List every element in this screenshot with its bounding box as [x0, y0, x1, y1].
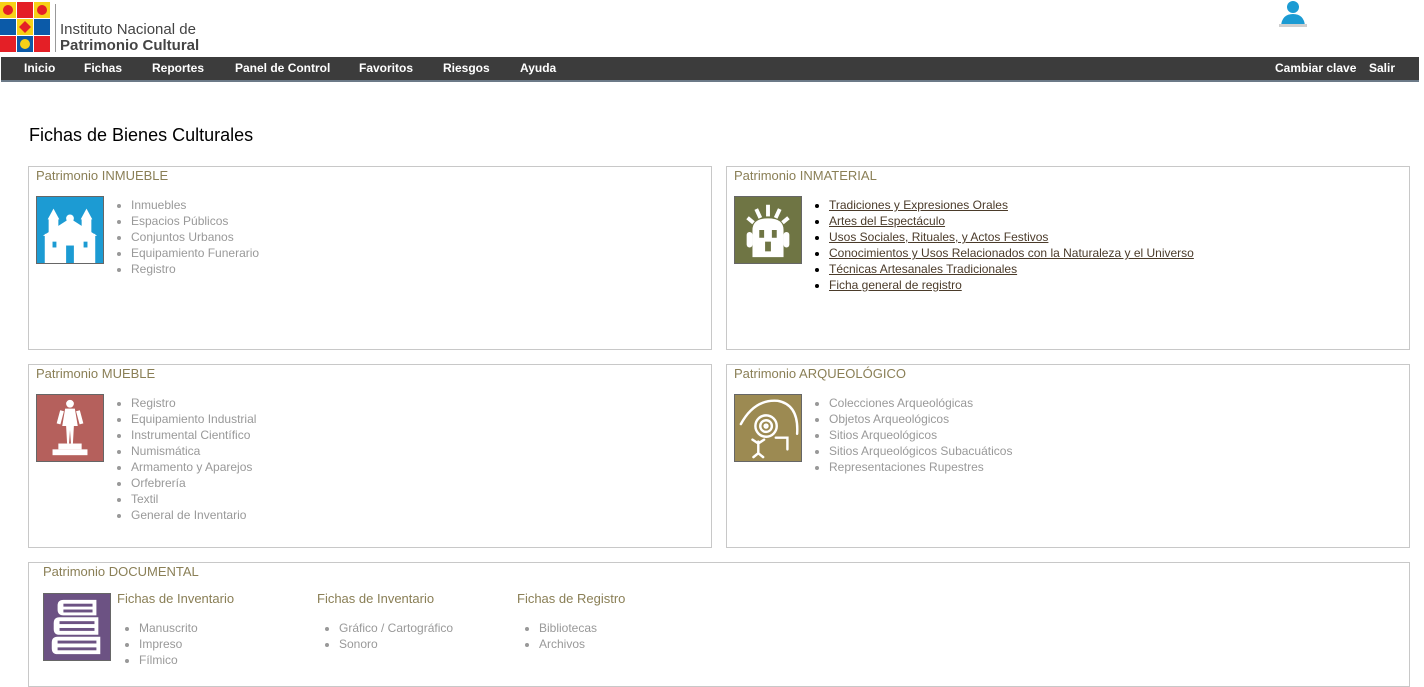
nav-salir[interactable]: Salir	[1369, 61, 1395, 75]
list-item: Técnicas Artesanales Tradicionales	[829, 261, 1194, 277]
logo-line1: Instituto Nacional de	[60, 21, 196, 38]
list-item: Ficha general de registro	[829, 277, 1194, 293]
list-item[interactable]: Impreso	[139, 636, 198, 652]
logo-text: Instituto Nacional de Patrimonio Cultura…	[60, 22, 199, 54]
list-item[interactable]: Gráfico / Cartográfico	[339, 620, 453, 636]
doc-col1-list: Manuscrito Impreso Fílmico	[125, 620, 198, 668]
statue-icon	[36, 394, 104, 462]
doc-col3-list: Bibliotecas Archivos	[525, 620, 597, 652]
nav-riesgos[interactable]: Riesgos	[443, 61, 490, 75]
list-item: Tradiciones y Expresiones Orales	[829, 197, 1194, 213]
nav-cambiar-clave[interactable]: Cambiar clave	[1275, 61, 1356, 75]
books-icon	[43, 593, 111, 661]
list-item[interactable]: Conjuntos Urbanos	[131, 229, 259, 245]
list-item: Artes del Espectáculo	[829, 213, 1194, 229]
panel-documental-title: Patrimonio DOCUMENTAL	[43, 564, 199, 579]
list-item[interactable]: Sitios Arqueológicos Subacuáticos	[829, 443, 1012, 459]
link-ficha-general[interactable]: Ficha general de registro	[829, 278, 962, 292]
petroglyph-icon	[734, 394, 802, 462]
panel-inmueble-title: Patrimonio INMUEBLE	[36, 168, 169, 183]
mueble-list: Registro Equipamiento Industrial Instrum…	[117, 395, 256, 523]
panel-mueble: Patrimonio MUEBLE Registro Equipamiento …	[28, 364, 712, 548]
list-item[interactable]: Objetos Arqueológicos	[829, 411, 1012, 427]
building-icon	[36, 196, 104, 264]
logo-line2: Patrimonio Cultural	[60, 37, 200, 54]
panel-mueble-title: Patrimonio MUEBLE	[36, 366, 156, 381]
doc-col1-title: Fichas de Inventario	[117, 591, 235, 606]
list-item[interactable]: Equipamiento Industrial	[131, 411, 256, 427]
list-item[interactable]: Sitios Arqueológicos	[829, 427, 1012, 443]
panel-arqueologico-title: Patrimonio ARQUEOLÓGICO	[734, 366, 906, 381]
arqueologico-list: Colecciones Arqueológicas Objetos Arqueo…	[815, 395, 1012, 475]
link-conocimientos[interactable]: Conocimientos y Usos Relacionados con la…	[829, 246, 1194, 260]
panel-documental: Patrimonio DOCUMENTAL Fichas de Inventar…	[28, 562, 1410, 687]
inmueble-list: Inmuebles Espacios Públicos Conjuntos Ur…	[117, 197, 259, 277]
link-usos-sociales[interactable]: Usos Sociales, Rituales, y Actos Festivo…	[829, 230, 1048, 244]
nav-panel-de-control[interactable]: Panel de Control	[235, 61, 330, 75]
list-item[interactable]: Textil	[131, 491, 256, 507]
list-item[interactable]: Registro	[131, 261, 259, 277]
list-item[interactable]: Equipamiento Funerario	[131, 245, 259, 261]
link-artes-espectaculo[interactable]: Artes del Espectáculo	[829, 214, 945, 228]
header: Instituto Nacional de Patrimonio Cultura…	[0, 0, 1424, 57]
link-tecnicas-artesanales[interactable]: Técnicas Artesanales Tradicionales	[829, 262, 1017, 276]
list-item: Conocimientos y Usos Relacionados con la…	[829, 245, 1194, 261]
panel-inmaterial-title: Patrimonio INMATERIAL	[734, 168, 877, 183]
mask-icon	[734, 196, 802, 264]
list-item[interactable]: Archivos	[539, 636, 597, 652]
doc-col2-title: Fichas de Inventario	[317, 591, 435, 606]
list-item[interactable]: Numismática	[131, 443, 256, 459]
doc-col2-list: Gráfico / Cartográfico Sonoro	[325, 620, 453, 652]
logo-divider	[55, 4, 56, 52]
nav-reportes[interactable]: Reportes	[152, 61, 204, 75]
nav-ayuda[interactable]: Ayuda	[520, 61, 556, 75]
page-title: Fichas de Bienes Culturales	[29, 125, 254, 145]
list-item[interactable]: Armamento y Aparejos	[131, 459, 256, 475]
list-item[interactable]: Registro	[131, 395, 256, 411]
list-item[interactable]: Instrumental Científico	[131, 427, 256, 443]
list-item[interactable]: Orfebrería	[131, 475, 256, 491]
list-item[interactable]: Colecciones Arqueológicas	[829, 395, 1012, 411]
list-item[interactable]: Bibliotecas	[539, 620, 597, 636]
panel-inmaterial: Patrimonio INMATERIAL Tradiciones y Expr…	[726, 166, 1410, 350]
doc-col3-title: Fichas de Registro	[517, 591, 626, 606]
nav-fichas[interactable]: Fichas	[84, 61, 122, 75]
inmaterial-list: Tradiciones y Expresiones Orales Artes d…	[815, 197, 1194, 293]
panel-inmueble: Patrimonio INMUEBLE Inmuebles Espacios P…	[28, 166, 712, 350]
list-item[interactable]: Manuscrito	[139, 620, 198, 636]
list-item[interactable]: Inmuebles	[131, 197, 259, 213]
link-tradiciones[interactable]: Tradiciones y Expresiones Orales	[829, 198, 1008, 212]
list-item[interactable]: Sonoro	[339, 636, 453, 652]
list-item[interactable]: Fílmico	[139, 652, 198, 668]
inpc-logo-icon	[0, 2, 50, 52]
list-item[interactable]: Representaciones Rupestres	[829, 459, 1012, 475]
nav-inicio[interactable]: Inicio	[24, 61, 55, 75]
nav-favoritos[interactable]: Favoritos	[359, 61, 413, 75]
user-profile-icon[interactable]	[1278, 0, 1308, 28]
panel-arqueologico: Patrimonio ARQUEOLÓGICO Colecciones Arqu…	[726, 364, 1410, 548]
list-item[interactable]: Espacios Públicos	[131, 213, 259, 229]
list-item[interactable]: General de Inventario	[131, 507, 256, 523]
list-item: Usos Sociales, Rituales, y Actos Festivo…	[829, 229, 1194, 245]
main-navbar: Inicio Fichas Reportes Panel de Control …	[1, 57, 1419, 82]
